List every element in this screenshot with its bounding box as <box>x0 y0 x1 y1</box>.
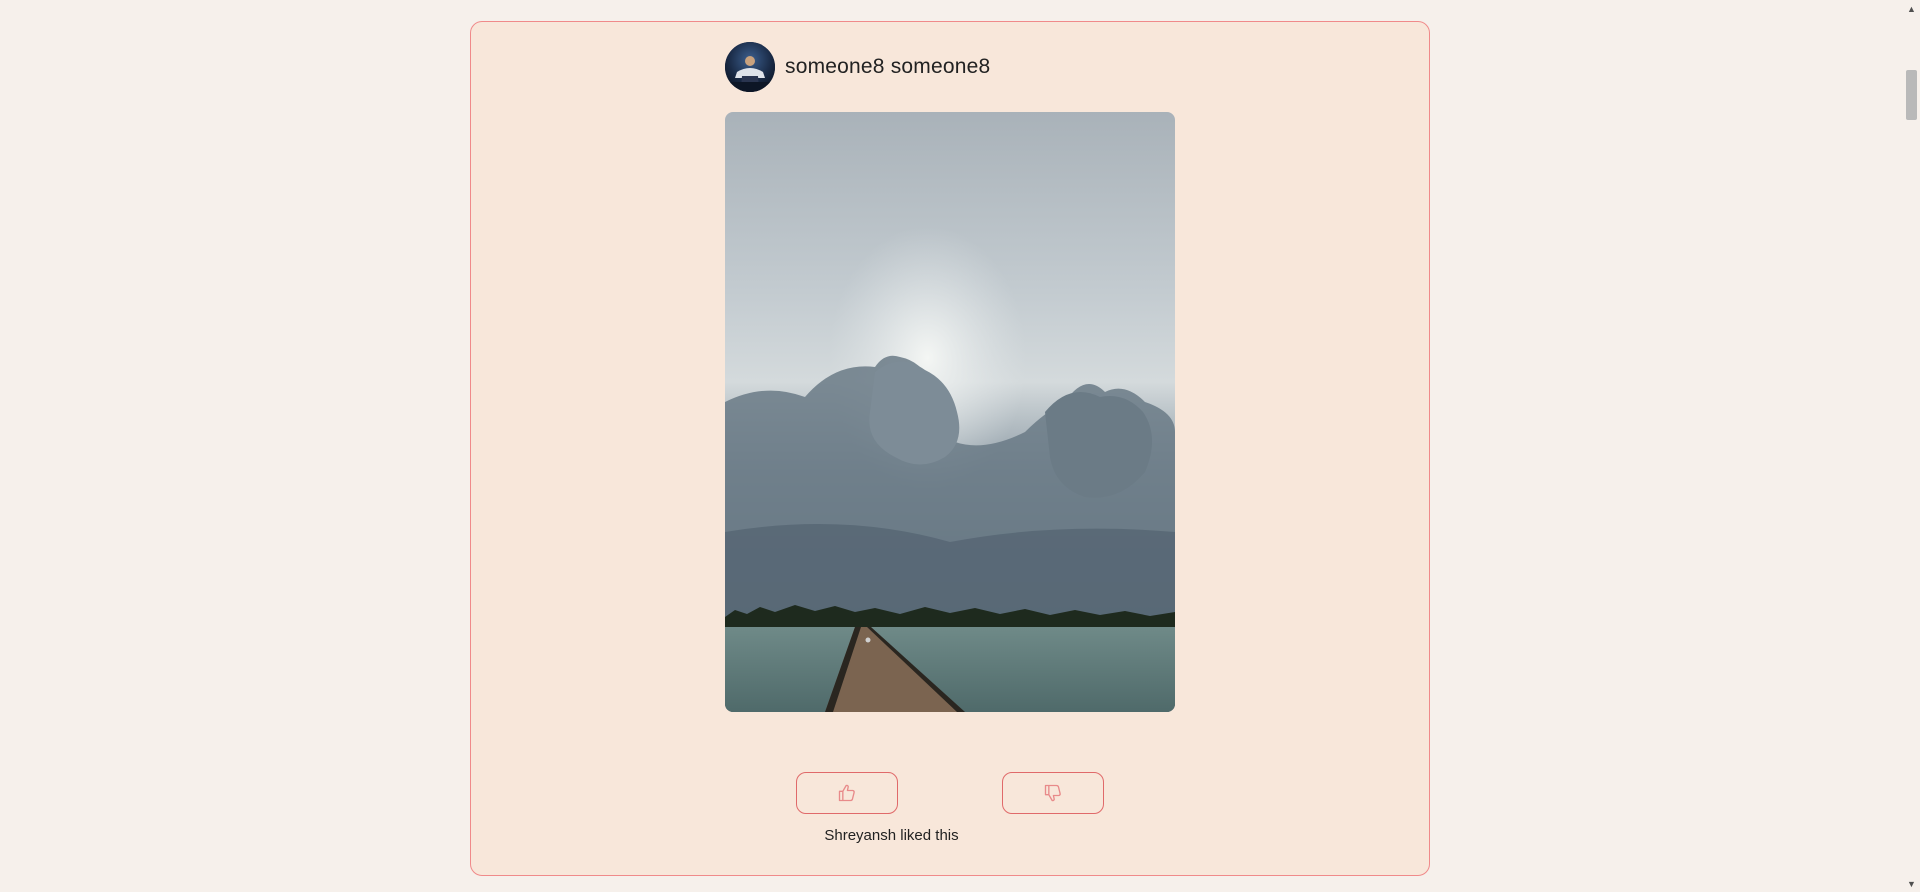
thumbs-down-icon <box>1044 784 1061 802</box>
avatar-image <box>725 42 775 92</box>
liked-by-text: Shreyansh liked this <box>824 827 959 844</box>
author-avatar[interactable] <box>725 42 775 92</box>
dislike-button[interactable] <box>1002 772 1104 814</box>
scroll-thumb[interactable] <box>1906 70 1917 120</box>
post-photo <box>725 112 1175 712</box>
page-scrollbar[interactable]: ▲ ▼ <box>1903 0 1920 892</box>
scroll-down-arrow[interactable]: ▼ <box>1903 875 1920 892</box>
like-button[interactable] <box>796 772 898 814</box>
post-card: someone8 someone8 Shreyansh liked this <box>470 21 1430 876</box>
thumbs-up-icon <box>838 784 855 802</box>
reaction-buttons <box>796 772 1104 814</box>
author-name[interactable]: someone8 someone8 <box>785 55 990 79</box>
landscape-photo <box>725 112 1175 712</box>
feed-viewport: someone8 someone8 Shreyansh liked this ▲… <box>0 0 1920 892</box>
scroll-up-arrow[interactable]: ▲ <box>1903 0 1920 17</box>
post-header: someone8 someone8 <box>725 42 990 92</box>
